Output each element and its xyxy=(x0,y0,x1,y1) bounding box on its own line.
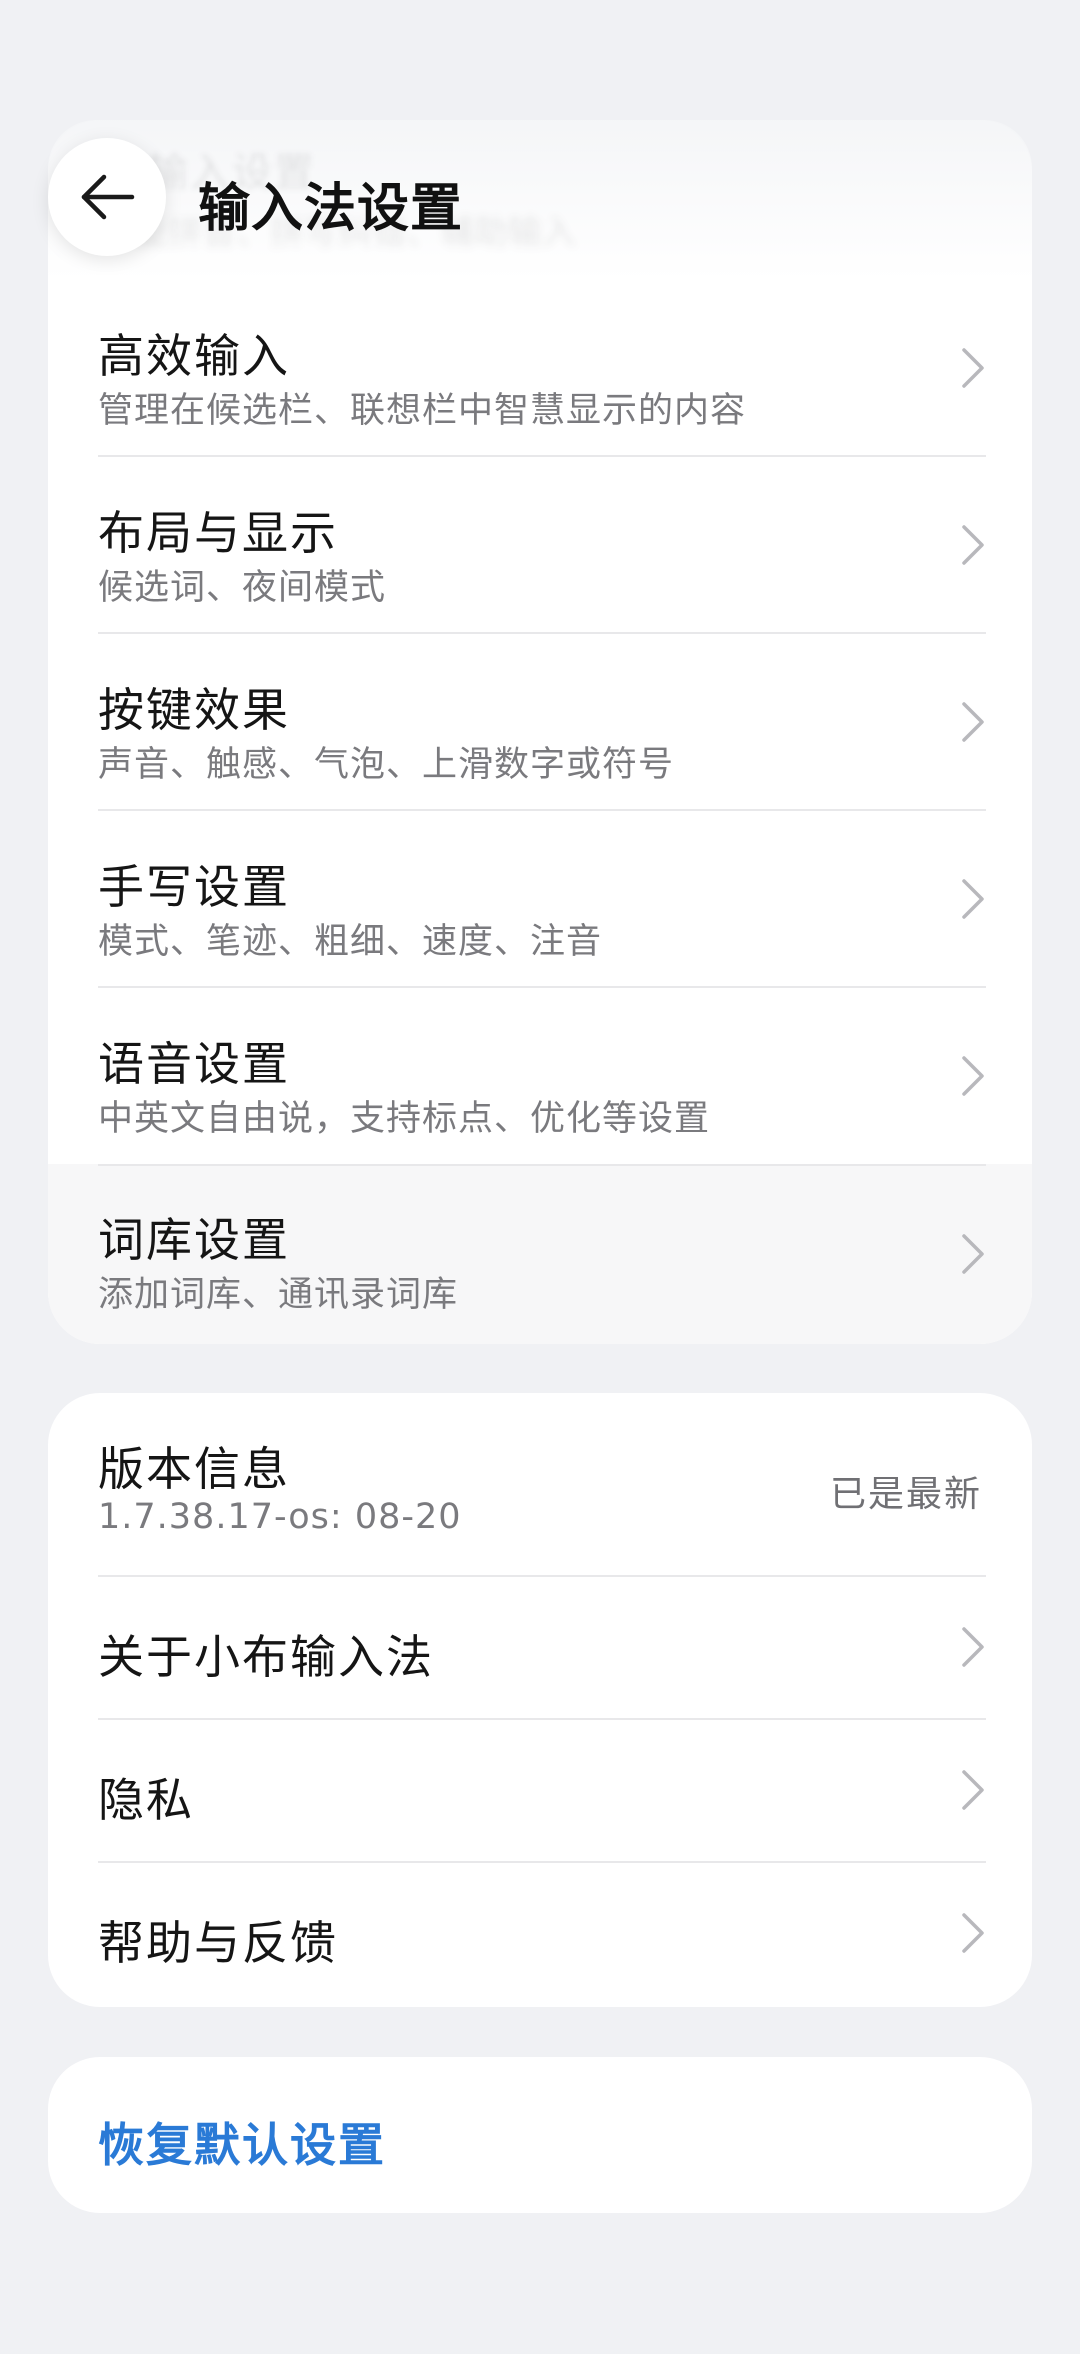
header: 输入设置 智能拼音、拼写纠错、辅助输入 输入法设置 xyxy=(0,0,1080,280)
version-number: 1.7.38.17-os: 08-20 xyxy=(98,1497,462,1537)
settings-item-key-effects[interactable]: 按键效果 声音、触感、气泡、上滑数字或符号 xyxy=(48,634,1032,810)
settings-item-title: 手写设置 xyxy=(98,860,290,914)
settings-item-voice[interactable]: 语音设置 中英文自由说，支持标点、优化等设置 xyxy=(48,988,1032,1164)
settings-item-dictionary[interactable]: 词库设置 添加词库、通讯录词库 xyxy=(48,1164,1032,1344)
chevron-right-icon xyxy=(960,1911,986,1955)
reset-card[interactable]: 恢复默认设置 xyxy=(48,2057,1032,2213)
settings-item-subtitle: 声音、触感、气泡、上滑数字或符号 xyxy=(98,745,675,785)
chevron-right-icon xyxy=(960,346,986,390)
settings-item-title: 布局与显示 xyxy=(98,506,338,560)
settings-item-title: 按键效果 xyxy=(98,683,290,737)
settings-item-title: 语音设置 xyxy=(98,1037,290,1091)
settings-item-handwriting[interactable]: 手写设置 模式、笔迹、粗细、速度、注音 xyxy=(48,811,1032,987)
settings-item-subtitle: 添加词库、通讯录词库 xyxy=(98,1275,459,1315)
version-info-row[interactable]: 版本信息 1.7.38.17-os: 08-20 已是最新 xyxy=(48,1393,1032,1575)
settings-item-subtitle: 候选词、夜间模式 xyxy=(98,568,387,608)
version-status: 已是最新 xyxy=(829,1474,982,1515)
chevron-right-icon xyxy=(960,877,986,921)
settings-item-subtitle: 模式、笔迹、粗细、速度、注音 xyxy=(98,922,603,962)
help-feedback-title: 帮助与反馈 xyxy=(98,1916,338,1970)
settings-card: 高效输入 管理在候选栏、联想栏中智慧显示的内容 布局与显示 候选词、夜间模式 按… xyxy=(48,120,1032,1344)
privacy-title: 隐私 xyxy=(98,1773,194,1827)
back-button[interactable] xyxy=(48,138,166,256)
about-row[interactable]: 关于小布输入法 xyxy=(48,1577,1032,1719)
version-title: 版本信息 xyxy=(98,1442,290,1496)
chevron-right-icon xyxy=(960,523,986,567)
settings-item-title: 高效输入 xyxy=(98,329,290,383)
about-title: 关于小布输入法 xyxy=(98,1630,434,1684)
chevron-right-icon xyxy=(960,1625,986,1669)
page-title: 输入法设置 xyxy=(198,179,464,239)
info-card: 版本信息 1.7.38.17-os: 08-20 已是最新 关于小布输入法 隐私… xyxy=(48,1393,1032,2007)
chevron-right-icon xyxy=(960,1054,986,1098)
privacy-row[interactable]: 隐私 xyxy=(48,1720,1032,1862)
chevron-right-icon xyxy=(960,700,986,744)
settings-item-efficient-input[interactable]: 高效输入 管理在候选栏、联想栏中智慧显示的内容 xyxy=(48,280,1032,456)
help-feedback-row[interactable]: 帮助与反馈 xyxy=(48,1863,1032,2007)
settings-item-subtitle: 管理在候选栏、联想栏中智慧显示的内容 xyxy=(98,391,747,431)
settings-item-layout-display[interactable]: 布局与显示 候选词、夜间模式 xyxy=(48,457,1032,633)
arrow-left-icon xyxy=(81,174,135,220)
settings-item-title: 词库设置 xyxy=(98,1213,290,1267)
chevron-right-icon xyxy=(960,1768,986,1812)
reset-defaults-button[interactable]: 恢复默认设置 xyxy=(98,2109,386,2175)
divider xyxy=(98,1164,986,1166)
chevron-right-icon xyxy=(960,1232,986,1276)
settings-item-subtitle: 中英文自由说，支持标点、优化等设置 xyxy=(98,1099,711,1139)
